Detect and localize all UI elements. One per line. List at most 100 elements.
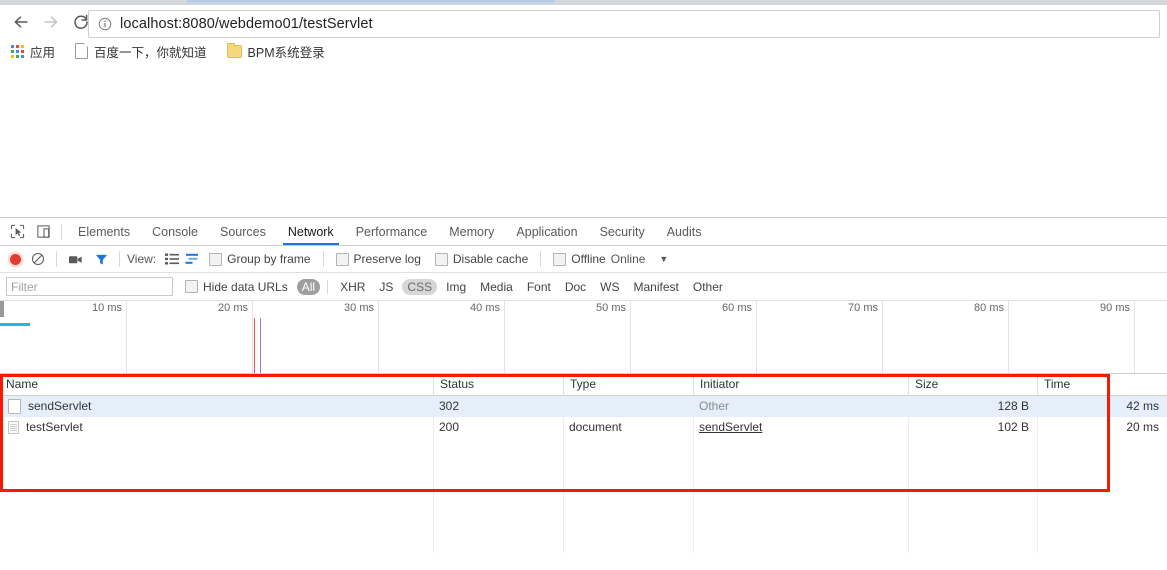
camera-icon [68,255,82,263]
dom-content-loaded-marker [260,318,261,373]
filter-funnel-icon [95,254,107,265]
table-row[interactable]: testServlet 200 document sendServlet 102… [0,417,1167,438]
tab-console[interactable]: Console [141,219,209,245]
browser-toolbar: localhost:8080/webdemo01/testServlet [0,5,1167,38]
bookmark-apps[interactable]: 应用 [4,40,62,62]
cell-name: sendServlet [0,396,433,417]
tab-security[interactable]: Security [589,219,656,245]
table-body: sendServlet 302 Other 128 B 42 ms testSe… [0,396,1167,553]
hide-data-urls-checkbox[interactable]: Hide data URLs [185,280,288,294]
initiator-link[interactable]: sendServlet [699,420,762,434]
filter-type-font[interactable]: Font [522,279,556,295]
tab-application[interactable]: Application [505,219,588,245]
filter-type-xhr[interactable]: XHR [335,279,370,295]
bookmark-baidu[interactable]: 百度一下，你就知道 [68,40,214,62]
folder-icon [226,42,242,58]
group-by-frame-checkbox[interactable]: Group by frame [209,252,311,266]
toolbar-divider [540,251,542,267]
device-toolbar-icon [36,225,50,238]
column-header-name[interactable]: Name [0,374,433,395]
waterfall-view-icon [185,253,199,264]
overview-tick: 70 ms [756,301,883,373]
hide-data-urls-label: Hide data URLs [203,279,288,294]
request-name: testServlet [26,420,83,434]
tab-elements[interactable]: Elements [67,219,141,245]
overview-tick-label: 40 ms [470,302,500,314]
checkbox-box [553,252,567,266]
column-header-status[interactable]: Status [433,374,563,395]
overview-tick-label: 70 ms [848,302,878,314]
forward-button[interactable] [36,7,66,37]
devtools-panel: Elements Console Sources Network Perform… [0,217,1167,570]
online-throttle-label[interactable]: Online [611,252,646,266]
filter-type-media[interactable]: Media [475,279,518,295]
column-header-time[interactable]: Time [1037,374,1167,395]
record-button-icon[interactable] [10,253,21,265]
column-header-initiator[interactable]: Initiator [693,374,908,395]
bookmark-bpm[interactable]: BPM系统登录 [220,40,332,62]
list-view-icon [165,253,180,265]
filter-toggle-button[interactable] [88,246,114,272]
tab-memory[interactable]: Memory [438,219,505,245]
info-circle-icon[interactable] [98,17,112,31]
preserve-log-checkbox[interactable]: Preserve log [335,252,421,266]
initiator-value: Other [699,399,730,413]
disable-cache-label: Disable cache [452,252,529,266]
offline-label: Offline [571,252,606,266]
view-label: View: [127,252,157,266]
tab-sources[interactable]: Sources [209,219,277,245]
view-list-button[interactable] [162,246,182,272]
filter-type-js[interactable]: JS [374,279,398,295]
load-event-marker [254,318,255,373]
overview-tick-label: 10 ms [92,302,122,314]
filter-type-manifest[interactable]: Manifest [629,279,684,295]
filter-input[interactable] [6,277,173,296]
network-control-toolbar: View: Group by frame Preserve log Disabl… [0,246,1167,273]
cell-size: 102 B [997,420,1029,434]
tab-network[interactable]: Network [277,219,345,245]
filter-type-ws[interactable]: WS [595,279,624,295]
filter-type-doc[interactable]: Doc [560,279,591,295]
checkbox-box [185,280,198,293]
filter-type-other[interactable]: Other [688,279,728,295]
inspect-element-icon [10,224,24,239]
device-toolbar-button[interactable] [30,219,56,245]
cell-initiator: sendServlet [693,417,908,438]
capture-screenshots-button[interactable] [62,246,88,272]
column-header-size[interactable]: Size [908,374,1037,395]
blank-file-icon [8,399,21,414]
cell-type: document [569,420,622,434]
filter-type-all[interactable]: All [296,278,321,295]
disable-cache-checkbox[interactable]: Disable cache [434,252,529,266]
request-name: sendServlet [28,399,92,413]
inspect-element-button[interactable] [4,219,30,245]
cell-status: 302 [439,399,460,413]
clear-button[interactable] [25,246,51,272]
offline-checkbox[interactable]: Offline [553,252,606,266]
filter-type-css[interactable]: CSS [402,278,438,295]
back-button[interactable] [6,7,36,37]
browser-window: localhost:8080/webdemo01/testServlet 应用 … [0,0,1167,570]
overview-tick: 90 ms [1008,301,1135,373]
tab-audits[interactable]: Audits [656,219,713,245]
column-header-type[interactable]: Type [563,374,693,395]
table-row[interactable]: sendServlet 302 Other 128 B 42 ms [0,396,1167,417]
arrow-right-icon [44,15,58,28]
cell-name: testServlet [0,417,433,438]
bookmark-label: BPM系统登录 [247,45,325,60]
overview-tick: 80 ms [882,301,1009,373]
view-waterfall-button[interactable] [182,246,202,272]
toolbar-divider [61,223,62,240]
address-bar[interactable]: localhost:8080/webdemo01/testServlet [88,10,1160,38]
network-timeline-overview[interactable]: 10 ms 20 ms 30 ms 40 ms 50 ms 60 ms 70 m… [0,301,1167,374]
devtools-tabbar: Elements Console Sources Network Perform… [0,218,1167,246]
table-header-row: Name Status Type Initiator Size Time [0,374,1167,396]
cell-type [563,396,693,417]
overview-tick: 30 ms [252,301,379,373]
overview-tick-label: 20 ms [218,302,248,314]
toolbar-divider [56,251,57,267]
overview-tick: 50 ms [504,301,631,373]
filter-type-img[interactable]: Img [441,279,471,295]
tab-performance[interactable]: Performance [345,219,439,245]
chevron-down-icon[interactable]: ▼ [659,254,668,264]
